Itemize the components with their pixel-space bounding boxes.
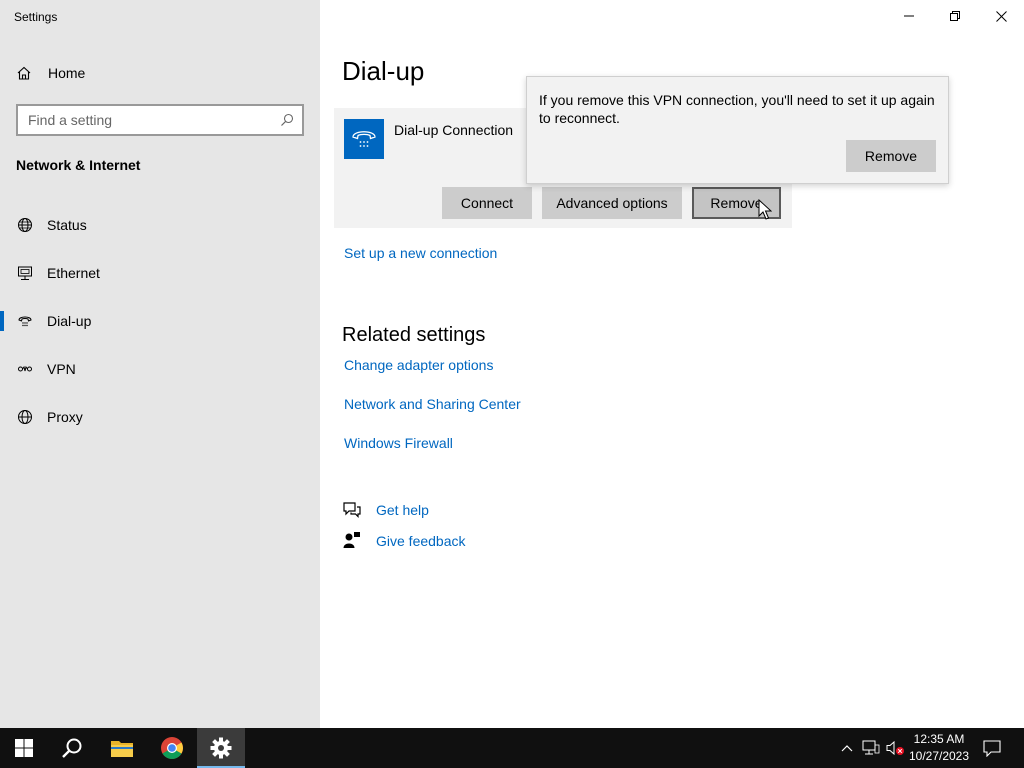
globe-icon (16, 217, 34, 233)
volume-muted-icon (886, 740, 904, 756)
file-explorer-button[interactable] (98, 728, 146, 768)
close-button[interactable] (978, 0, 1024, 32)
home-label: Home (48, 65, 86, 81)
restore-button[interactable] (932, 0, 978, 32)
minimize-icon (904, 15, 914, 17)
setup-new-connection-link[interactable]: Set up a new connection (344, 245, 497, 261)
mouse-cursor-icon (758, 199, 772, 220)
page-title: Dial-up (342, 56, 425, 86)
sidebar-item-status[interactable]: Status (0, 205, 320, 245)
flyout-message: If you remove this VPN connection, you'l… (539, 92, 935, 126)
sidebar-item-proxy[interactable]: Proxy (0, 397, 320, 437)
settings-taskbar-button[interactable] (197, 728, 245, 768)
sidebar-item-label: Ethernet (47, 265, 100, 281)
sidebar: Settings Home Network & Internet Status … (0, 0, 320, 728)
search-icon[interactable] (280, 113, 294, 127)
network-sharing-center-link[interactable]: Network and Sharing Center (344, 396, 521, 412)
flyout-remove-button[interactable]: Remove (846, 140, 936, 172)
close-icon (995, 10, 1007, 22)
taskbar: 12:35 AM 10/27/2023 (0, 728, 1024, 768)
sidebar-item-label: VPN (47, 361, 76, 377)
windows-firewall-link[interactable]: Windows Firewall (344, 435, 453, 451)
settings-icon (210, 737, 232, 759)
get-help-icon (342, 501, 362, 524)
home-icon (16, 65, 34, 81)
taskbar-search-button[interactable] (48, 728, 96, 768)
restore-icon (950, 11, 960, 21)
notification-icon (983, 739, 1001, 757)
show-hidden-icons-button[interactable] (838, 728, 856, 768)
advanced-options-button[interactable]: Advanced options (542, 187, 682, 219)
section-title: Network & Internet (16, 157, 141, 173)
app-title: Settings (14, 10, 58, 24)
clock-date: 10/27/2023 (908, 749, 970, 763)
vpn-icon (16, 361, 34, 377)
action-center-button[interactable] (978, 728, 1006, 768)
get-help-link[interactable]: Get help (376, 502, 429, 518)
sidebar-item-vpn[interactable]: VPN (0, 349, 320, 389)
related-settings-heading: Related settings (342, 324, 486, 346)
change-adapter-options-link[interactable]: Change adapter options (344, 357, 493, 373)
chrome-icon (161, 737, 183, 759)
remove-confirmation-flyout: If you remove this VPN connection, you'l… (526, 76, 949, 184)
sidebar-item-label: Proxy (47, 409, 83, 425)
start-icon (15, 739, 33, 757)
search-input[interactable] (28, 112, 280, 128)
sidebar-item-label: Dial-up (47, 313, 92, 329)
taskbar-clock[interactable]: 12:35 AM 10/27/2023 (904, 731, 974, 765)
file-explorer-icon (111, 741, 133, 757)
start-button[interactable] (0, 728, 48, 768)
give-feedback-icon (343, 531, 361, 554)
chevron-up-icon (841, 745, 853, 752)
give-feedback-link[interactable]: Give feedback (376, 533, 466, 549)
ethernet-icon (16, 265, 34, 281)
network-icon (862, 740, 880, 755)
sidebar-item-label: Status (47, 217, 87, 233)
globe-icon (16, 409, 34, 425)
network-tray-button[interactable] (860, 728, 882, 768)
chrome-button[interactable] (148, 728, 196, 768)
connection-name: Dial-up Connection (394, 122, 514, 138)
telephone-icon (344, 119, 384, 159)
sidebar-item-dialup[interactable]: Dial-up (0, 301, 320, 341)
minimize-button[interactable] (886, 0, 932, 32)
search-field[interactable] (16, 104, 304, 136)
volume-tray-button[interactable] (884, 728, 906, 768)
home-nav-item[interactable]: Home (16, 62, 85, 84)
dialup-icon (16, 313, 34, 329)
connect-button[interactable]: Connect (442, 187, 532, 219)
clock-time: 12:35 AM (913, 732, 965, 746)
sidebar-item-ethernet[interactable]: Ethernet (0, 253, 320, 293)
search-icon (62, 738, 82, 758)
